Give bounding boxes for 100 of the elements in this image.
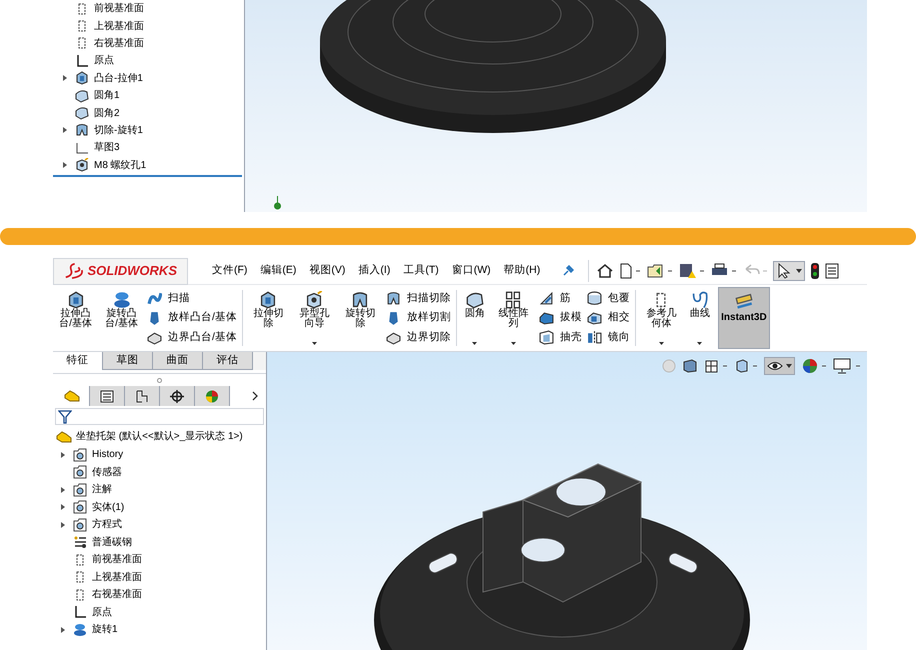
traffic-light-icon[interactable] <box>811 263 820 279</box>
menu-item[interactable]: 文件(F) <box>212 263 248 279</box>
tree-item[interactable]: 右视基准面 <box>94 36 144 51</box>
boundary-icon <box>147 330 162 345</box>
intersect-icon <box>586 310 602 326</box>
caret-icon <box>786 364 792 368</box>
collapse-handle-icon[interactable] <box>157 378 162 382</box>
tab[interactable]: 特征 <box>53 352 103 370</box>
filter-field[interactable] <box>55 408 264 425</box>
tree-item[interactable]: 切除-旋转1 <box>94 122 143 138</box>
section-view-icon[interactable] <box>682 359 698 373</box>
toolbar-button[interactable]: 旋转切除 <box>340 287 381 349</box>
menu-item[interactable]: 视图(V) <box>309 263 346 279</box>
menu-item[interactable]: 插入(I) <box>358 263 390 279</box>
display-style-icon[interactable] <box>734 359 758 373</box>
tree-item[interactable]: 圆角1 <box>94 88 120 104</box>
folder-icon <box>73 482 87 497</box>
hide-show-button[interactable] <box>764 357 795 375</box>
tree-item[interactable]: M8 螺纹孔1 <box>94 158 146 173</box>
toolbar-button[interactable]: 放样凸台/基体 <box>147 310 237 326</box>
toolbar-button[interactable]: 相交 <box>586 310 630 326</box>
toolbar-button[interactable]: 边界凸台/基体 <box>147 329 237 346</box>
tree-item[interactable]: 旋转1 <box>92 622 118 638</box>
chevron-right-icon[interactable] <box>252 391 258 401</box>
filter-icon <box>58 410 72 424</box>
tree-item[interactable]: 原点 <box>92 604 112 620</box>
configuration-manager-tab[interactable] <box>125 386 160 406</box>
toolbar-button[interactable]: 异型孔向导 <box>294 287 335 349</box>
tree-item[interactable]: 草图3 <box>94 140 120 156</box>
tree-item[interactable]: 圆角2 <box>94 106 120 121</box>
toolbar-button[interactable]: 拉伸切除 <box>248 287 289 349</box>
menu-item[interactable]: 窗口(W) <box>452 263 491 279</box>
color-wheel-icon <box>204 388 220 404</box>
toolbar-button[interactable]: 抽壳 <box>538 329 582 346</box>
tree-item[interactable]: 方程式 <box>92 517 122 532</box>
toolbar-button[interactable]: 筋 <box>538 290 582 307</box>
dimxpert-tab[interactable] <box>160 386 195 406</box>
property-manager-tab[interactable] <box>90 386 125 406</box>
monitor-icon[interactable] <box>833 358 861 374</box>
toolbar-button[interactable]: 圆角 <box>462 287 488 349</box>
expand-arrow-icon[interactable] <box>61 486 65 493</box>
toolbar-button[interactable]: 扫描 <box>147 290 237 307</box>
toolbar-button[interactable]: 包覆 <box>586 290 630 307</box>
tab[interactable]: 评估 <box>203 352 253 370</box>
menu-item[interactable]: 帮助(H) <box>504 263 540 279</box>
tree-item[interactable]: 前视基准面 <box>92 552 142 568</box>
toolbar-button[interactable]: 线性阵列 <box>492 287 534 349</box>
toolbar-button[interactable]: 扫描切除 <box>386 290 451 307</box>
display-manager-tab[interactable] <box>195 386 230 406</box>
part-name[interactable]: 坐垫托架 (默认<<默认>_显示状态 1>) <box>76 429 243 444</box>
expand-arrow-icon[interactable] <box>61 504 65 510</box>
toolbar-button[interactable]: 边界切除 <box>386 329 451 346</box>
tab[interactable]: 草图 <box>103 352 153 370</box>
view-orientation-icon[interactable] <box>704 359 728 373</box>
cursor-icon <box>777 263 792 279</box>
draft-icon <box>538 310 554 326</box>
toolbar-button[interactable]: Instant3D <box>718 287 770 349</box>
tree-item[interactable]: 上视基准面 <box>92 570 142 585</box>
pin-icon[interactable] <box>562 265 574 277</box>
home-icon[interactable] <box>597 263 614 279</box>
tree-item[interactable]: 上视基准面 <box>94 18 144 34</box>
sketch-icon <box>75 140 89 155</box>
tree-item[interactable]: 前视基准面 <box>94 1 144 16</box>
extrude-icon <box>75 71 89 86</box>
expand-arrow-icon[interactable] <box>63 162 67 168</box>
tree-item[interactable]: 凸台-拉伸1 <box>94 70 143 86</box>
toolbar-button[interactable]: 参考几何体 <box>640 287 682 349</box>
save-icon[interactable] <box>679 263 706 279</box>
ruler-icon <box>734 292 753 310</box>
folder-icon <box>73 465 87 480</box>
expand-arrow-icon[interactable] <box>61 626 65 633</box>
tree-item[interactable]: 实体(1) <box>92 500 124 515</box>
menu-item[interactable]: 编辑(E) <box>260 263 296 279</box>
appearance-icon[interactable] <box>801 358 827 374</box>
toolbar-button[interactable]: 旋转凸台/基体 <box>101 287 142 349</box>
expand-arrow-icon[interactable] <box>61 522 65 528</box>
new-document-icon[interactable] <box>619 263 642 279</box>
select-button[interactable] <box>773 261 806 281</box>
toolbar-button[interactable]: 拉伸凸台/基体 <box>55 287 96 349</box>
tree-item[interactable]: 普通碳钢 <box>92 534 132 550</box>
toolbar-button[interactable]: 曲线 <box>686 287 713 349</box>
tab[interactable]: 曲面 <box>153 352 203 370</box>
folder-arrow-icon[interactable] <box>647 263 674 279</box>
tree-item[interactable]: 传感器 <box>92 464 122 480</box>
menu-item[interactable]: 工具(T) <box>403 263 439 279</box>
expand-arrow-icon[interactable] <box>63 127 67 134</box>
revolve-icon <box>112 291 130 309</box>
toolbar-button[interactable]: 拔模 <box>538 310 582 326</box>
folder-icon <box>73 500 87 514</box>
toolbar-button[interactable]: 放样切割 <box>386 310 451 326</box>
tree-item[interactable]: 右视基准面 <box>92 587 142 602</box>
tree-item[interactable]: 注解 <box>92 482 112 498</box>
triad-icon <box>274 196 281 210</box>
tree-item[interactable]: History <box>92 447 124 462</box>
tree-item[interactable]: 原点 <box>94 53 114 68</box>
crosshair-icon <box>169 388 185 404</box>
toolbar-button[interactable]: 镜向 <box>586 329 630 346</box>
expand-arrow-icon[interactable] <box>63 75 67 82</box>
expand-arrow-icon[interactable] <box>61 452 65 458</box>
options-icon[interactable] <box>825 263 840 279</box>
